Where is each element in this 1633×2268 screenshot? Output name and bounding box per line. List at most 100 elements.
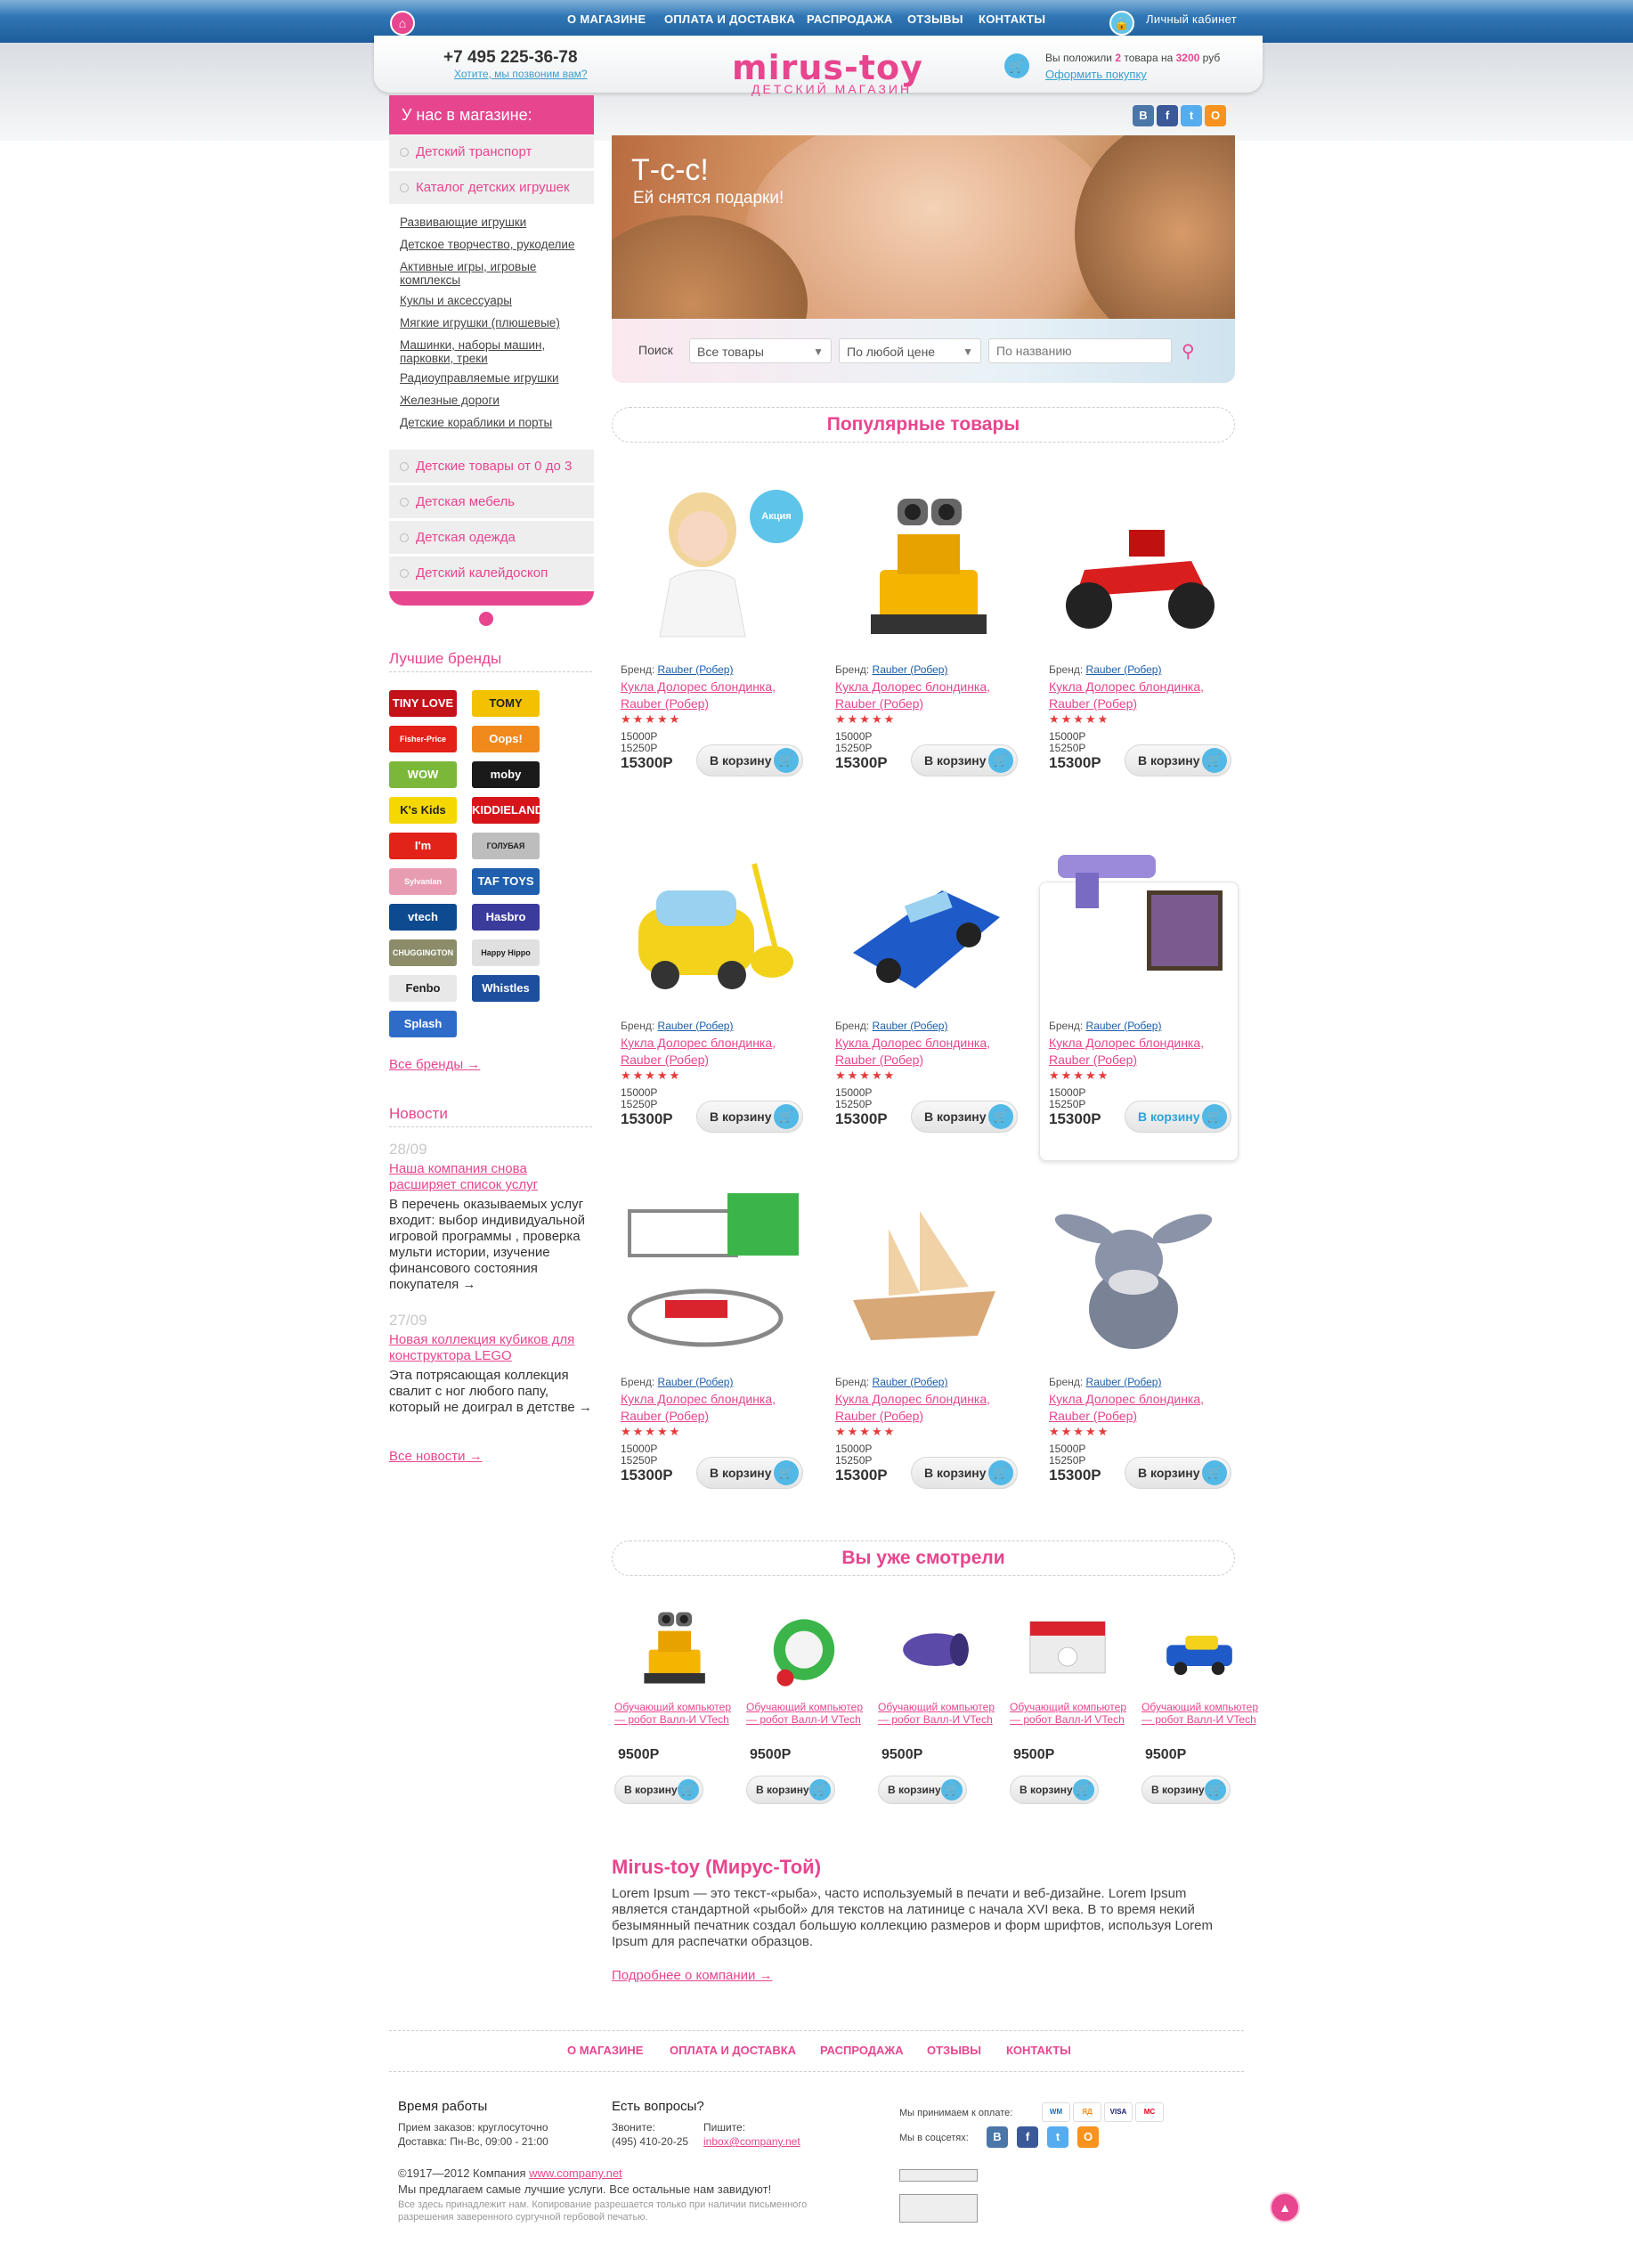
lock-icon[interactable]: 🔒 [1109,11,1134,36]
odnoklassniki-icon[interactable]: О [1205,105,1226,126]
brand-logo[interactable]: vtech [389,904,457,931]
product-title[interactable]: Обучающий компьютер — робот Валл-И VTech [1141,1701,1266,1726]
add-to-cart-button[interactable]: В корзину 🛒 [1010,1776,1099,1804]
product-image[interactable] [621,1193,808,1362]
brand-logo[interactable]: K's Kids [389,797,457,824]
about-more-link[interactable]: Подробнее о компании → [612,1968,773,1983]
twitter-icon[interactable]: t [1181,105,1202,126]
scroll-top-button[interactable]: ▲ [1270,2192,1300,2223]
nav-contacts[interactable]: КОНТАКТЫ [979,12,1045,26]
footer-nav-contacts[interactable]: КОНТАКТЫ [1006,2044,1071,2057]
product-image[interactable] [1049,1193,1227,1362]
brand-link[interactable]: Rauber (Робер) [1086,1376,1162,1388]
brand-logo[interactable]: Splash [389,1011,457,1037]
footer-nav-about[interactable]: О МАГАЗИНЕ [567,2044,643,2057]
product-title[interactable]: Обучающий компьютер — робот Валл-И VTech [614,1701,739,1726]
home-icon[interactable]: ⌂ [390,11,415,36]
footer-nav-reviews[interactable]: ОТЗЫВЫ [927,2044,981,2057]
vk-icon[interactable]: В [1133,105,1154,126]
add-to-cart-button[interactable]: В корзину 🛒 [1125,1101,1231,1133]
product-title[interactable]: Обучающий компьютер — робот Валл-И VTech [746,1701,871,1726]
add-to-cart-button[interactable]: В корзину 🛒 [696,1457,803,1489]
vk-icon[interactable]: В [987,2126,1008,2148]
brand-logo[interactable]: Sylvanian Families [389,868,457,895]
product-image[interactable] [621,837,799,1006]
footer-email[interactable]: inbox@company.net [703,2134,800,2149]
brand-logo[interactable]: Fisher-Price [389,726,457,752]
category-select[interactable]: Все товары ▼ [689,338,832,363]
brand-link[interactable]: Rauber (Робер) [873,663,948,676]
add-to-cart-button[interactable]: В корзину 🛒 [911,1101,1018,1133]
brand-logo[interactable]: ГОЛУБАЯ СТРЕЛА [472,833,540,859]
product-image[interactable] [623,1603,721,1692]
footer-nav-payment[interactable]: ОПЛАТА И ДОСТАВКА [670,2044,796,2057]
brand-logo[interactable]: Hasbro [472,904,540,931]
sublink-soft-toys[interactable]: Мягкие игрушки (плюшевые) [400,316,596,329]
brand-link[interactable]: Rauber (Робер) [873,1020,948,1032]
product-image[interactable] [1019,1603,1117,1692]
all-brands-link[interactable]: Все бренды → [389,1057,480,1072]
product-image[interactable] [755,1603,853,1692]
sublink-railways[interactable]: Железные дороги [400,394,596,407]
all-news-link[interactable]: Все новости → [389,1449,483,1464]
nav-sale[interactable]: РАСПРОДАЖА [807,12,893,26]
callback-link[interactable]: Хотите, мы позвоним вам? [454,68,588,80]
brand-link[interactable]: Rauber (Робер) [658,1020,734,1032]
add-to-cart-button[interactable]: В корзину 🛒 [878,1776,967,1804]
product-image[interactable] [887,1603,985,1692]
sidebar-item-clothes[interactable]: Детская одежда [389,521,594,555]
brand-logo[interactable]: TOMY [472,690,540,717]
sublink-creativity[interactable]: Детское творчество, рукоделие [400,238,596,251]
product-title[interactable]: Кукла Долорес блондинка, Rauber (Робер) [1049,1391,1227,1425]
brand-logo[interactable]: Happy Hippo [472,939,540,966]
brand-link[interactable]: Rauber (Робер) [873,1376,948,1388]
sidebar-item-baby[interactable]: Детские товары от 0 до 3 [389,450,594,484]
account-link[interactable]: Личный кабинет [1146,12,1237,26]
nav-about[interactable]: О МАГАЗИНЕ [567,12,646,26]
nav-reviews[interactable]: ОТЗЫВЫ [907,12,963,26]
checkout-link[interactable]: Оформить покупку [1045,68,1147,81]
brand-link[interactable]: Rauber (Робер) [658,663,734,676]
sublink-developing[interactable]: Развивающие игрушки [400,215,596,229]
add-to-cart-button[interactable]: В корзину 🛒 [696,1101,803,1133]
brand-logo[interactable]: Oops! [472,726,540,752]
brand-logo[interactable]: WOW [389,761,457,788]
add-to-cart-button[interactable]: В корзину 🛒 [911,744,1018,776]
add-to-cart-button[interactable]: В корзину 🛒 [696,744,803,776]
search-icon[interactable]: ⚲ [1182,340,1195,362]
footer-nav-sale[interactable]: РАСПРОДАЖА [820,2044,904,2057]
product-image[interactable] [1150,1603,1248,1692]
name-search-input[interactable] [988,338,1172,363]
brand-logo[interactable]: TINY LOVE [389,690,457,717]
facebook-icon[interactable]: f [1157,105,1178,126]
brand-link[interactable]: Rauber (Робер) [1086,663,1162,676]
add-to-cart-button[interactable]: В корзину 🛒 [1125,1457,1231,1489]
brand-logo[interactable]: KIDDIELAND [472,797,540,824]
product-title[interactable]: Кукла Долорес блондинка, Rauber (Робер) [1049,679,1227,712]
add-to-cart-button[interactable]: В корзину 🛒 [746,1776,835,1804]
sublink-dolls[interactable]: Куклы и аксессуары [400,294,596,307]
sublink-active-games[interactable]: Активные игры, игровые комплексы [400,260,569,287]
sidebar-item-transport[interactable]: Детский транспорт [389,135,594,169]
sidebar-item-furniture[interactable]: Детская мебель [389,485,594,519]
add-to-cart-button[interactable]: В корзину 🛒 [1141,1776,1231,1804]
company-link[interactable]: www.company.net [529,2166,622,2180]
promo-banner[interactable]: Т-с-с! Ей снятся подарки! [612,135,1235,319]
brand-logo[interactable]: moby [472,761,540,788]
counter-badge[interactable] [899,2194,978,2223]
brand-logo[interactable]: Fenbo [389,975,457,1002]
sidebar-item-catalog[interactable]: Каталог детских игрушек [389,171,594,205]
news-link[interactable]: Новая коллекция кубиков для конструктора… [389,1332,594,1364]
product-title[interactable]: Обучающий компьютер — робот Валл-И VTech [878,1701,1003,1726]
product-title[interactable]: Кукла Долорес блондинка, Rauber (Робер) [621,679,799,712]
news-link[interactable]: Наша компания снова расширяет список усл… [389,1161,594,1193]
cart-icon[interactable]: 🛒 [1004,53,1029,78]
product-title[interactable]: Кукла Долорес блондинка, Rauber (Робер) [621,1391,799,1425]
brand-link[interactable]: Rauber (Робер) [1086,1020,1162,1032]
brand-logo[interactable]: I'm [389,833,457,859]
nav-payment[interactable]: ОПЛАТА И ДОСТАВКА [664,12,795,26]
sublink-ships[interactable]: Детские кораблики и порты [400,416,596,429]
product-title[interactable]: Кукла Долорес блондинка, Rauber (Робер) [621,1035,799,1069]
product-image[interactable] [1049,837,1227,1006]
product-image[interactable] [835,481,1013,650]
